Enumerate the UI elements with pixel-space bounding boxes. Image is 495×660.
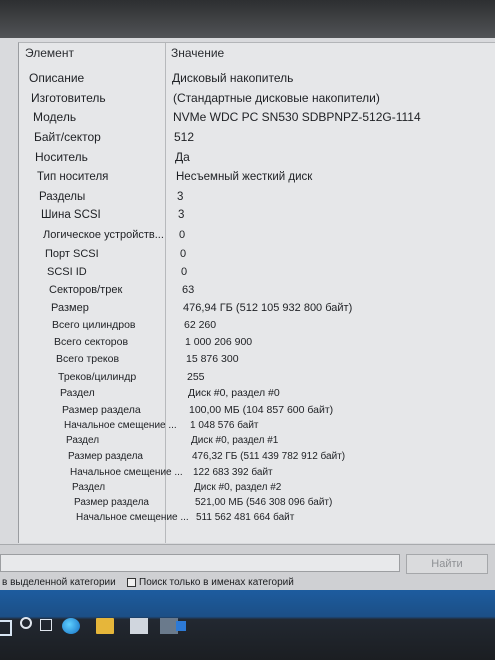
item-value: 3 (178, 209, 185, 221)
table-row[interactable]: Секторов/трек 63 (19, 284, 495, 302)
search-bar: Найти в выделенной категории Поиск тольк… (0, 544, 495, 591)
item-name: Размер раздела (62, 404, 141, 416)
item-value: Диск #0, раздел #0 (188, 387, 280, 399)
item-name: Размер раздела (68, 451, 143, 462)
selected-category-label: в выделенной категории (2, 577, 116, 588)
table-row[interactable]: Порт SCSI 0 (19, 248, 495, 266)
item-name: Тип носителя (37, 171, 109, 183)
item-name: Всего цилиндров (52, 319, 136, 331)
item-value: NVMe WDC PC SN530 SDBPNPZ-512G-1114 (173, 110, 421, 124)
item-name: Раздел (72, 482, 106, 493)
item-name: Начальное смещение ... (64, 420, 177, 431)
item-value: 0 (180, 248, 187, 260)
item-value: 100,00 МБ (104 857 600 байт) (189, 404, 334, 416)
item-value: 512 (174, 130, 195, 144)
table-row[interactable]: Тип носителя Несъемный жесткий диск (19, 171, 495, 189)
item-value: Несъемный жесткий диск (176, 171, 313, 183)
system-info-window: Элемент Значение Описание Дисковый накопите… (0, 38, 495, 591)
category-names-checkbox[interactable] (127, 577, 136, 587)
item-name: Описание (29, 71, 85, 85)
start-icon[interactable] (0, 620, 12, 636)
search-category-names-option[interactable]: Поиск только в именах категорий (127, 577, 294, 588)
table-row[interactable]: SCSI ID 0 (19, 266, 495, 284)
search-selected-category-option[interactable]: в выделенной категории (2, 577, 116, 588)
table-row[interactable]: Всего секторов 1 000 206 900 (19, 336, 495, 354)
item-value: 15 876 300 (186, 353, 239, 365)
item-value: 3 (177, 191, 184, 203)
item-name: Секторов/трек (49, 284, 123, 296)
item-value: Дисковый накопитель (172, 71, 294, 85)
item-value: 1 048 576 байт (190, 420, 259, 431)
table-row[interactable]: Шина SCSI 3 (19, 209, 495, 227)
item-value: 122 683 392 байт (193, 467, 273, 478)
table-row[interactable]: Логическое устройств... 0 (19, 229, 495, 247)
item-value: 476,94 ГБ (512 105 932 800 байт) (183, 302, 353, 314)
item-name: Носитель (35, 150, 88, 164)
app-icon[interactable] (176, 621, 186, 631)
item-name: Раздел (66, 435, 100, 446)
item-name: Изготовитель (31, 91, 106, 105)
item-name: Начальное смещение ... (70, 467, 183, 478)
taskbar (0, 590, 495, 660)
mail-icon[interactable] (130, 618, 148, 634)
item-name: Раздел (60, 387, 95, 399)
folder-icon[interactable] (96, 618, 114, 634)
item-name: Байт/сектор (34, 130, 101, 144)
screen: Элемент Значение Описание Дисковый накопите… (0, 0, 495, 660)
item-name: Всего треков (56, 353, 120, 365)
item-value: Да (175, 150, 190, 164)
table-row[interactable]: Байт/сектор 512 (19, 130, 495, 148)
find-what-input[interactable] (0, 554, 400, 572)
details-list[interactable]: Элемент Значение Описание Дисковый накопите… (18, 42, 495, 543)
item-value: (Стандартные дисковые накопители) (173, 91, 380, 105)
item-name: Модель (33, 110, 77, 124)
table-row[interactable]: Раздел Диск #0, раздел #0 (19, 387, 495, 405)
column-headers[interactable]: Элемент Значение (19, 46, 495, 64)
table-row[interactable]: Всего цилиндров 62 260 (19, 319, 495, 337)
task-view-icon[interactable] (40, 619, 52, 631)
table-row[interactable]: Модель NVMe WDC PC SN530 SDBPNPZ-512G-111… (19, 110, 495, 128)
item-value: 255 (187, 371, 205, 383)
table-row[interactable]: Всего треков 15 876 300 (19, 353, 495, 371)
item-name: Размер (51, 302, 89, 314)
table-row[interactable]: Размер 476,94 ГБ (512 105 932 800 байт) (19, 302, 495, 320)
item-value: 476,32 ГБ (511 439 782 912 байт) (192, 451, 346, 462)
table-row[interactable]: Разделы 3 (19, 191, 495, 209)
item-value: Диск #0, раздел #1 (191, 435, 279, 446)
table-row[interactable]: Носитель Да (19, 150, 495, 168)
item-name: Начальное смещение ... (76, 512, 189, 523)
table-row[interactable]: Описание Дисковый накопитель (19, 71, 495, 89)
item-name: Порт SCSI (45, 248, 99, 260)
search-icon[interactable] (20, 617, 32, 629)
item-value: 1 000 206 900 (185, 336, 253, 348)
category-names-label: Поиск только в именах категорий (139, 577, 294, 588)
item-value: 521,00 МБ (546 308 096 байт) (195, 497, 333, 508)
item-value: 63 (182, 284, 195, 296)
find-button[interactable]: Найти (406, 554, 488, 574)
item-value: 62 260 (184, 319, 217, 331)
item-name: Треков/цилиндр (58, 371, 137, 383)
item-name: SCSI ID (47, 266, 87, 278)
column-header-value: Значение (171, 46, 225, 60)
item-name: Шина SCSI (41, 209, 101, 221)
item-value: 511 562 481 664 байт (196, 512, 295, 523)
item-value: Диск #0, раздел #2 (194, 482, 282, 493)
table-row[interactable]: Начальное смещение ... 511 562 481 664 ба… (19, 512, 495, 530)
item-value: 0 (179, 229, 186, 241)
item-name: Всего секторов (54, 336, 129, 348)
table-row[interactable]: Изготовитель (Стандартные дисковые накопи… (19, 91, 495, 109)
item-name: Логическое устройств... (43, 229, 164, 241)
screen-top-edge (0, 0, 495, 42)
edge-icon[interactable] (62, 618, 80, 634)
column-header-name: Элемент (25, 46, 74, 60)
item-name: Разделы (39, 191, 86, 203)
item-value: 0 (181, 266, 188, 278)
item-name: Размер раздела (74, 497, 149, 508)
